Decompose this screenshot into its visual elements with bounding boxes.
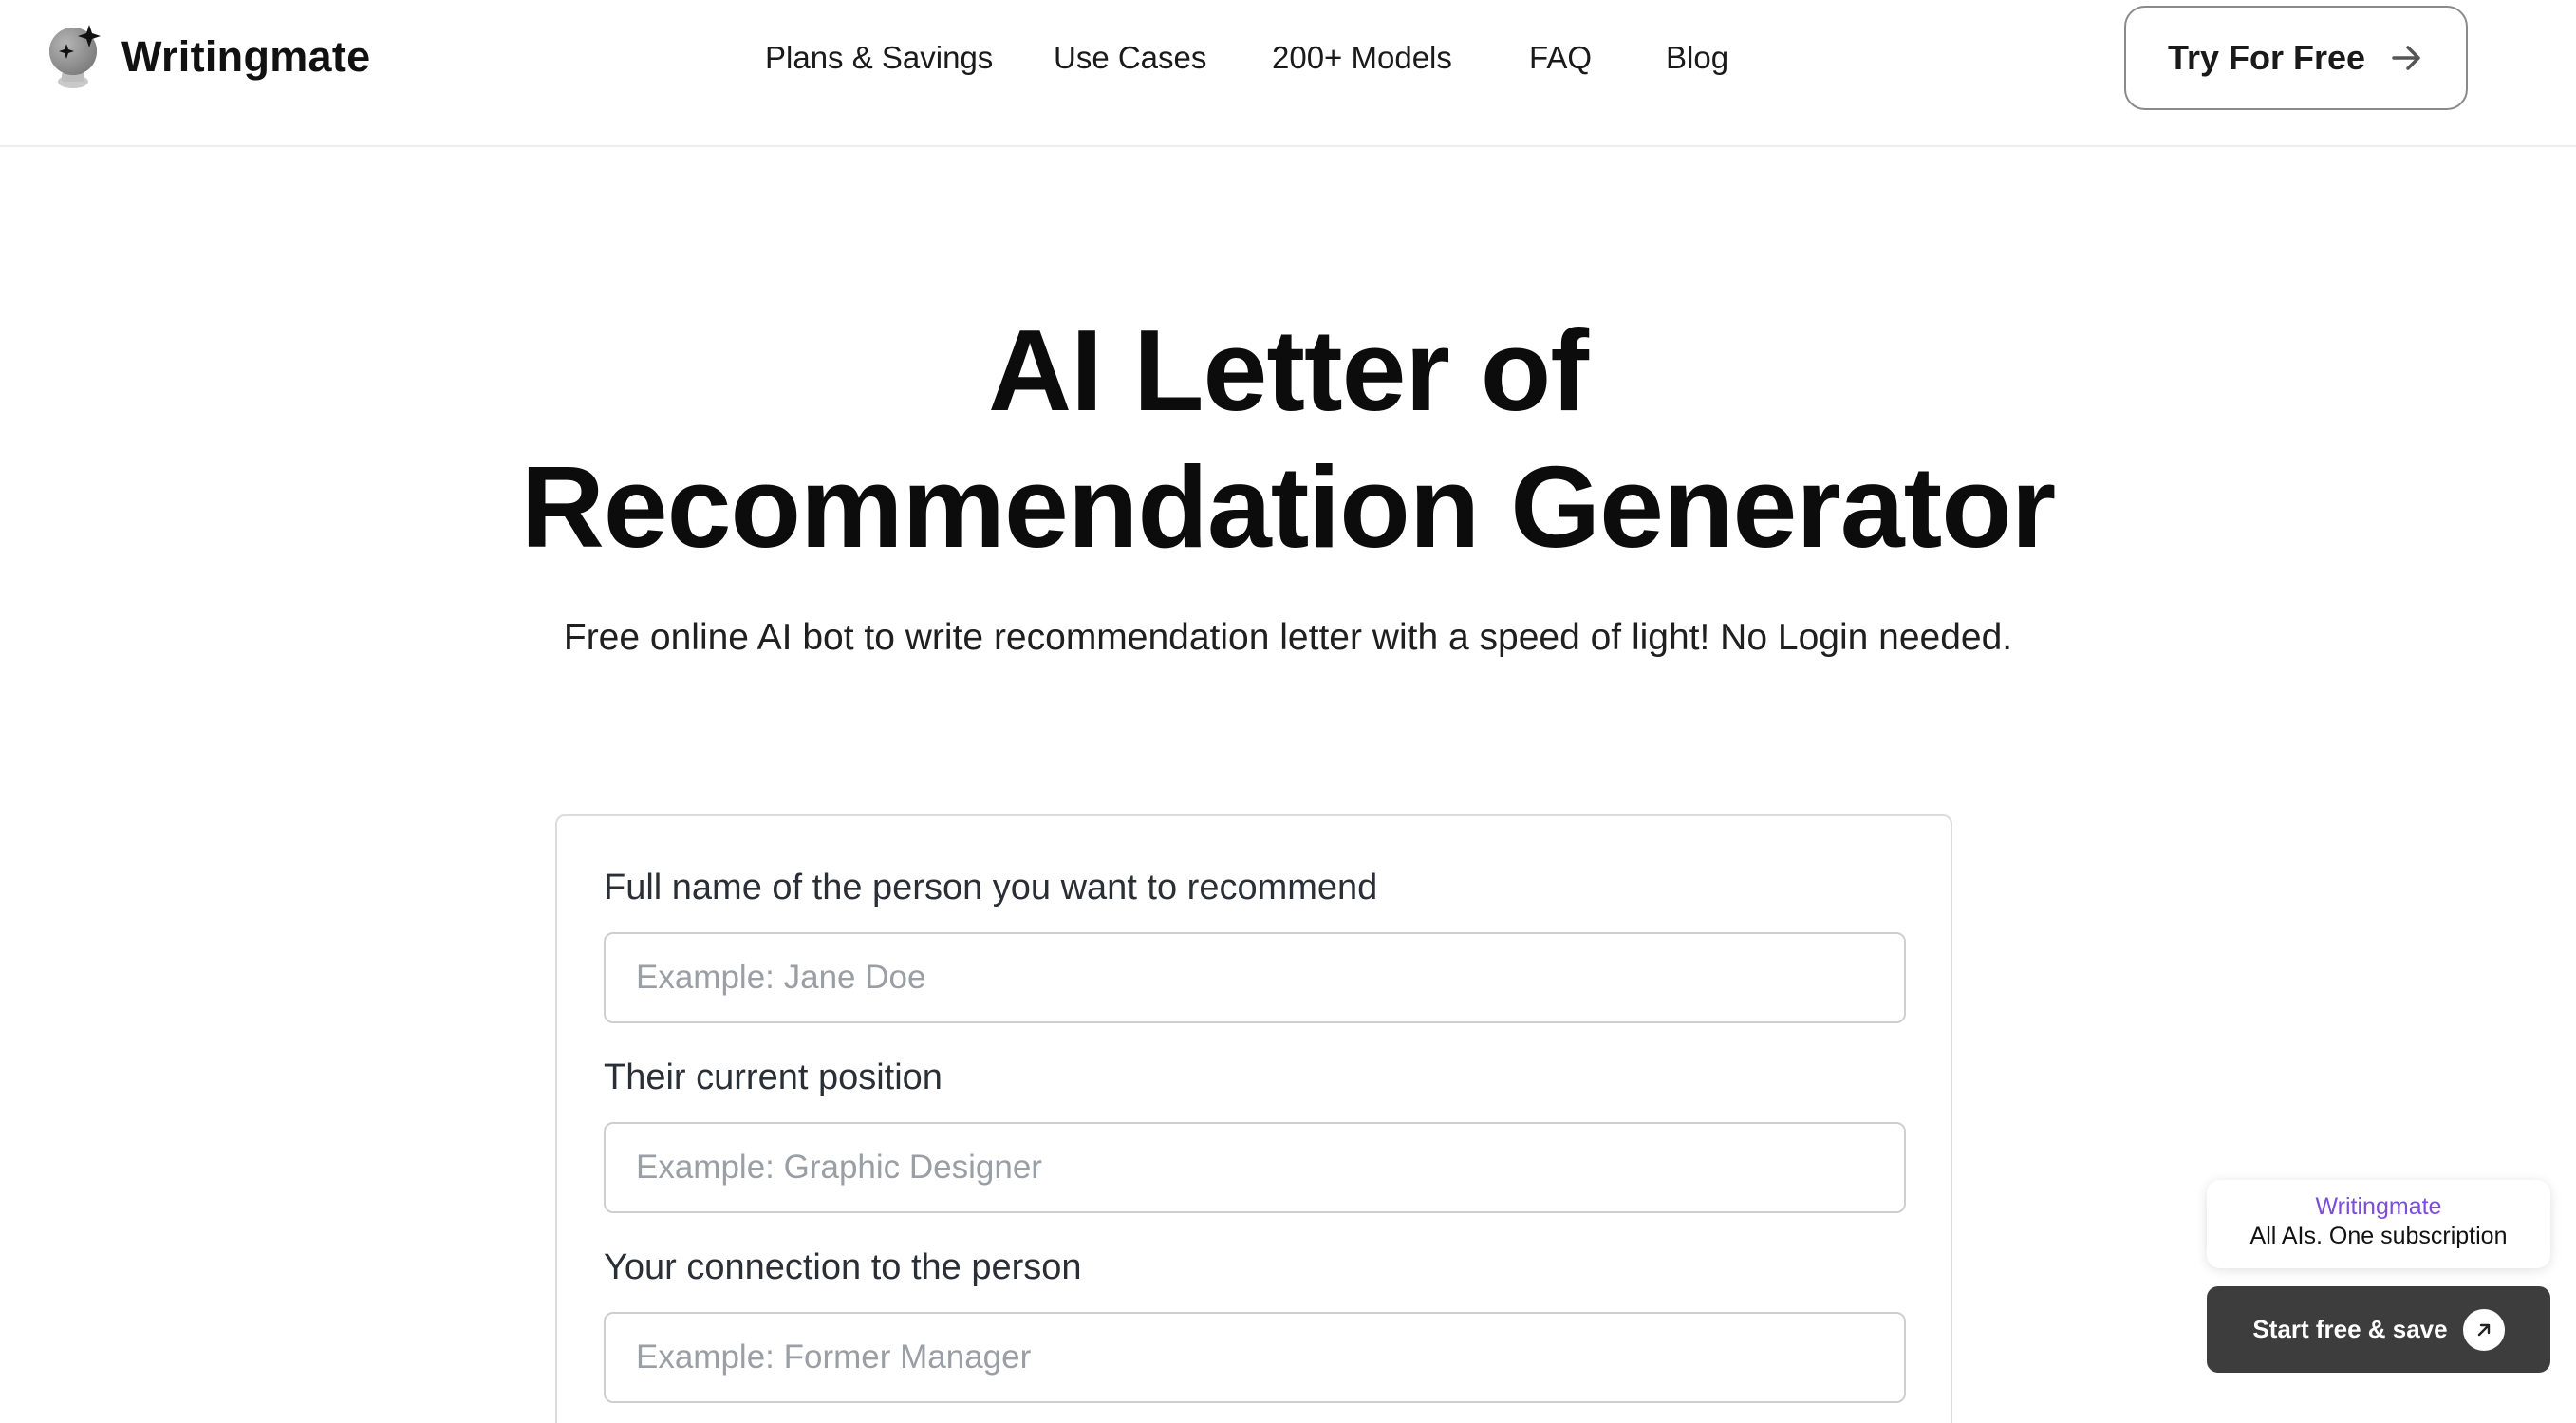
nav-use-cases[interactable]: Use Cases [1054,36,1206,80]
try-for-free-label: Try For Free [2167,38,2366,77]
crystal-ball-logo-icon [47,23,106,91]
current-position-label: Their current position [604,1058,943,1097]
arrow-right-icon [2390,41,2424,75]
nav-models[interactable]: 200+ Models [1272,36,1452,80]
page-title-line-1: AI Letter of [988,306,1589,435]
page-title-line-2: Recommendation Generator [520,442,2057,571]
promo-card: Writingmate All AIs. One subscription [2207,1180,2550,1268]
site-header: Writingmate Plans & Savings Use Cases 20… [0,0,2576,147]
try-for-free-button[interactable]: Try For Free [2124,6,2468,110]
brand-logo[interactable]: Writingmate [47,23,371,91]
promo-brand: Writingmate [2315,1193,2442,1220]
recommendation-form-card: Full name of the person you want to reco… [555,814,1952,1423]
nav-faq[interactable]: FAQ [1529,36,1592,80]
full-name-label: Full name of the person you want to reco… [604,868,1378,908]
promo-tagline: All AIs. One subscription [2249,1223,2508,1249]
page-title: AI Letter of Recommendation Generator [0,302,2576,575]
start-free-save-label: Start free & save [2252,1315,2448,1343]
brand-name: Writingmate [121,32,371,81]
connection-input[interactable] [604,1312,1906,1403]
connection-label: Your connection to the person [604,1247,1082,1287]
arrow-up-right-icon [2462,1308,2505,1351]
start-free-save-button[interactable]: Start free & save [2207,1286,2550,1373]
nav-blog[interactable]: Blog [1666,36,1728,80]
current-position-input[interactable] [604,1122,1906,1213]
page-subtitle: Free online AI bot to write recommendati… [563,617,2013,658]
nav-plans-savings[interactable]: Plans & Savings [765,36,993,80]
full-name-input[interactable] [604,932,1906,1023]
